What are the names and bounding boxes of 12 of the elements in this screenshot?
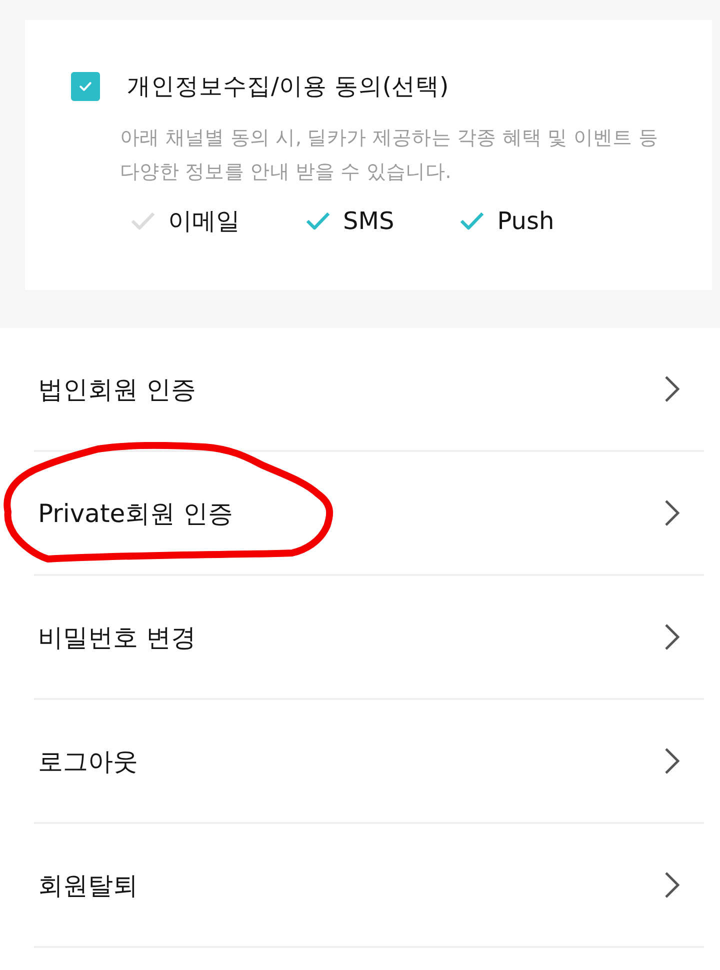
- consent-description: 아래 채널별 동의 시, 딜카가 제공하는 각종 혜택 및 이벤트 등 다양한 정보를 안내 받을 수 있습니다.: [120, 125, 660, 185]
- consent-checkbox[interactable]: [71, 72, 100, 100]
- check-icon: [79, 80, 92, 92]
- chevron-right-icon: [664, 499, 680, 527]
- chevron-right-icon: [664, 623, 680, 651]
- consent-title: 개인정보수집/이용 동의(선택): [127, 71, 449, 101]
- chevron-right-icon: [664, 747, 680, 775]
- channel-checkbox[interactable]: SMS: [306, 205, 394, 237]
- channel-checkbox[interactable]: Push: [460, 205, 554, 237]
- chevron-right-icon: [664, 871, 680, 899]
- channel-checkbox[interactable]: 이메일: [131, 205, 240, 237]
- chevron-right-icon: [664, 375, 680, 403]
